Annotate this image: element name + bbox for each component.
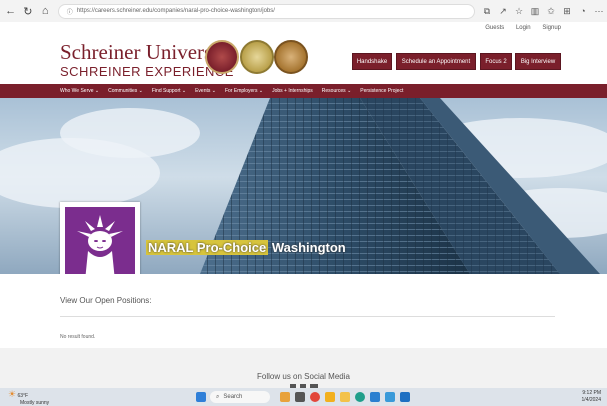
open-positions-heading: View Our Open Positions: xyxy=(60,296,152,305)
main-nav: Who We Serve ⌄ Communities ⌄ Find Suppor… xyxy=(0,84,607,98)
task-view-icon[interactable] xyxy=(295,392,305,402)
nav-for-employers[interactable]: For Employers ⌄ xyxy=(225,88,263,94)
nav-resources[interactable]: Resources ⌄ xyxy=(322,88,351,94)
org-name-rest: Washington xyxy=(268,240,346,255)
university-seal-icon xyxy=(205,40,239,74)
nav-who-we-serve[interactable]: Who We Serve ⌄ xyxy=(60,88,99,94)
nav-communities[interactable]: Communities ⌄ xyxy=(108,88,143,94)
clock-time: 9:12 PM xyxy=(582,390,601,396)
top-links: Guests Login Signup xyxy=(475,25,561,31)
follow-social-heading: Follow us on Social Media xyxy=(257,372,350,381)
signup-link[interactable]: Signup xyxy=(542,25,561,31)
handshake-button[interactable]: Handshake xyxy=(352,53,392,70)
extension-icon[interactable]: ⧉ xyxy=(479,6,495,17)
photos-icon[interactable] xyxy=(385,392,395,402)
site-header: Guests Login Signup Schreiner University… xyxy=(0,22,607,84)
info-icon[interactable]: ⓘ xyxy=(67,7,73,16)
footer: Follow us on Social Media xyxy=(0,348,607,388)
bronze-seal-icon xyxy=(274,40,308,74)
favorites-icon[interactable]: ✩ xyxy=(543,6,559,17)
main-content: View Our Open Positions: No result found… xyxy=(0,274,607,348)
guests-link[interactable]: Guests xyxy=(485,25,504,31)
taskbar-search[interactable]: ⌕ Search xyxy=(210,391,270,403)
edge-icon[interactable] xyxy=(355,392,365,402)
split-icon[interactable]: ▥ xyxy=(527,6,543,17)
star-icon[interactable]: ☆ xyxy=(511,6,527,17)
search-icon: ⌕ xyxy=(216,393,220,400)
widget-icon[interactable] xyxy=(280,392,290,402)
statue-of-liberty-icon xyxy=(65,207,135,281)
weather-temp: 63°F xyxy=(17,393,29,399)
taskbar: ☀ 63°F Mostly sunny ⌕ Search 9:12 PM 1/4… xyxy=(0,388,607,406)
login-link[interactable]: Login xyxy=(516,25,531,31)
nav-events[interactable]: Events ⌄ xyxy=(195,88,216,94)
mail-icon[interactable] xyxy=(400,392,410,402)
share-icon[interactable]: ↗ xyxy=(495,6,511,17)
copilot-icon[interactable]: ◔ xyxy=(575,6,591,17)
focus2-button[interactable]: Focus 2 xyxy=(480,53,512,70)
system-tray[interactable]: 9:12 PM 1/4/2024 xyxy=(582,390,601,404)
chrome-icon[interactable] xyxy=(310,392,320,402)
org-name-highlight: NARAL Pro-Choice xyxy=(146,240,269,255)
schedule-appointment-button[interactable]: Schedule an Appointment xyxy=(396,53,476,70)
url-text: https://careers.schreiner.edu/companies/… xyxy=(76,8,275,14)
home-icon[interactable]: ⌂ xyxy=(39,4,52,18)
big-interview-button[interactable]: Big Interview xyxy=(515,53,561,70)
search-label: Search xyxy=(223,394,243,400)
windows-start-icon[interactable] xyxy=(196,392,206,402)
gold-seal-icon xyxy=(240,40,274,74)
collections-icon[interactable]: ⊞ xyxy=(559,6,575,17)
more-icon[interactable]: ⋯ xyxy=(591,6,607,17)
clock-date: 1/4/2024 xyxy=(581,397,601,403)
nav-find-support[interactable]: Find Support ⌄ xyxy=(152,88,186,94)
browser-toolbar: ← ↻ ⌂ ⓘ https://careers.schreiner.edu/co… xyxy=(0,0,607,23)
weather-widget[interactable]: ☀ 63°F Mostly sunny xyxy=(8,389,49,406)
nav-persistence-project[interactable]: Persistence Project xyxy=(360,88,403,94)
app-icon[interactable] xyxy=(325,392,335,402)
nav-jobs-internships[interactable]: Jobs + Internships xyxy=(272,88,313,94)
store-icon[interactable] xyxy=(370,392,380,402)
org-name: NARAL Pro-Choice Washington xyxy=(146,240,346,255)
address-bar[interactable]: ⓘ https://careers.schreiner.edu/companie… xyxy=(57,3,476,19)
weather-icon: ☀ xyxy=(8,389,17,399)
divider xyxy=(60,316,555,317)
no-result-text: No result found. xyxy=(60,334,96,340)
back-icon[interactable]: ← xyxy=(4,4,17,18)
weather-desc: Mostly sunny xyxy=(20,400,50,406)
refresh-icon[interactable]: ↻ xyxy=(21,4,34,18)
file-explorer-icon[interactable] xyxy=(340,392,350,402)
